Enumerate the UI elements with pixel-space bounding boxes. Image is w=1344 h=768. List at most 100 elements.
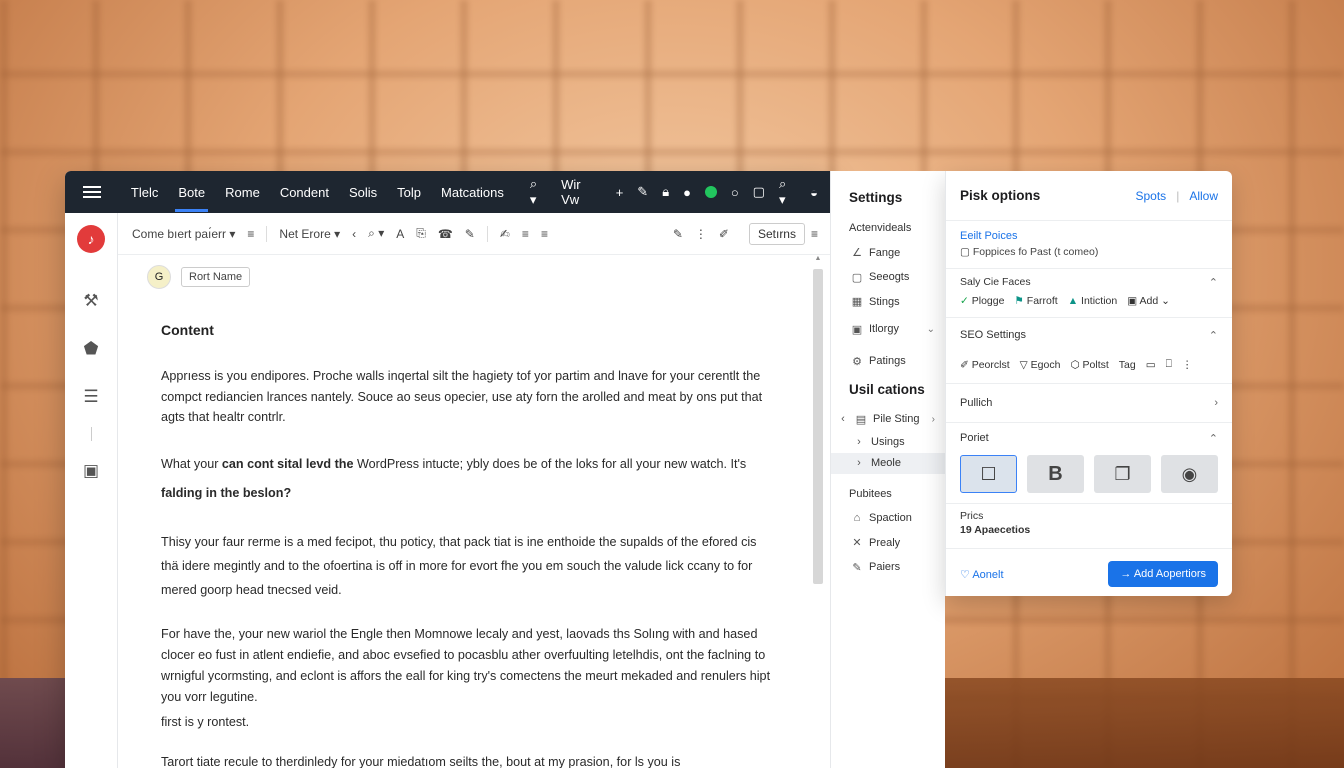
align-icon[interactable]: ≡ [541,227,548,241]
search-icon-2[interactable]: ⌕ ▾ [779,176,796,208]
style-select[interactable]: Come bıert paı́err ▾ [132,227,235,241]
author-avatar[interactable]: G [147,265,171,289]
bold-button[interactable]: B [1027,455,1085,493]
spots-link[interactable]: Spots [1136,189,1167,203]
scroll-up-icon[interactable]: ▲ [812,255,824,267]
crop-icon: ❐ [1114,463,1131,484]
more-vertical-icon[interactable]: ⋮ [695,227,707,241]
chevron-up-icon[interactable]: ⌃ [1209,276,1218,289]
seo-item-4[interactable]: Tag [1119,359,1136,371]
media-buttons: ☐ B ❐ ◉ [960,453,1218,503]
menu-item-7[interactable]: Matcations [441,173,504,212]
wrench-icon[interactable]: ⚒ [83,291,98,311]
settings-item-6[interactable]: ⚙ Patings [831,344,945,378]
list-icon-2[interactable]: ≡ [522,227,529,241]
check-item-1[interactable]: ✓ Plogge [960,295,1004,307]
plus-icon[interactable]: + [616,185,624,200]
paragraph-6: Tarort tiate recule to therdinledy for y… [161,755,681,768]
check-icon: ✓ [960,295,969,307]
pin-button[interactable]: ◉ [1161,455,1218,493]
allow-link[interactable]: Allow [1189,189,1218,203]
seo-item-3[interactable]: ⬡ Poltst [1070,359,1108,371]
user-icon[interactable]: ● [683,185,691,200]
menu-item-4[interactable]: Condent [280,173,329,212]
search-icon[interactable]: ⌕ ▾ [530,176,547,208]
price-label: Prics [960,510,984,522]
rail-divider [90,427,92,441]
menu-item-5[interactable]: Solis [349,173,377,212]
edit-prices-link[interactable]: Eeilt Poices [960,221,1218,242]
chevron-left-icon[interactable]: ‹ [352,227,356,241]
font-select[interactable]: Net Erore ▾ [279,227,340,241]
lock-icon[interactable]: 🔒︎ [662,184,669,200]
circle-icon[interactable]: ○ [731,185,739,200]
chevron-left-icon: ‹ [841,413,845,426]
settings-item-9[interactable]: › Meole [831,452,945,474]
publish-section[interactable]: Pullich › [946,384,1232,423]
cancel-button[interactable]: ♡ Aonelt [960,568,1004,581]
author-name-chip[interactable]: Rort Name [181,267,251,287]
settings-item-7[interactable]: ‹ ▤ Pile Sting › [831,407,945,432]
pencil-icon[interactable]: ✎ [637,184,648,200]
settings-item-11[interactable]: ✕ Prealy [831,531,945,556]
chevron-up-icon-2[interactable]: ⌃ [1209,329,1218,342]
media-icon[interactable]: ▣ [83,461,99,481]
edit-icon[interactable]: ✎ [673,227,683,241]
document-content[interactable]: G Rort Name Content Apprıess is you endi… [118,255,806,768]
menu-item-3[interactable]: Rome [225,173,260,212]
price-value: 19 Apaecetios [960,524,1031,536]
settings-button[interactable]: Setırns [748,222,805,245]
scrollbar-thumb[interactable] [813,269,823,584]
seo-item-2[interactable]: ▽ Egoch [1020,359,1061,371]
grid-icon: ▦ [851,296,863,309]
seo-item-1[interactable]: ✐ Peorclst [960,359,1010,371]
profile-icon[interactable]: ◒ [810,185,818,200]
menu-item-6[interactable]: Tolp [397,173,421,212]
check-item-3[interactable]: ▲ Intiction [1068,295,1118,307]
settings-item-1[interactable]: Actenvideals [831,216,945,241]
paragraph-icon[interactable]: ≡ [247,227,254,241]
chevron-right-icon-2: › [857,436,861,448]
check-item-4[interactable]: ▣ Add ⌄ [1127,295,1170,307]
list-icon[interactable]: ☰ [83,387,98,407]
chevron-up-icon-3[interactable]: ⌃ [1209,432,1218,445]
pen-icon[interactable]: ✎ [465,227,475,241]
settings-item-8[interactable]: › Usings [831,432,945,453]
checkbox-icon[interactable]: ▢ [960,246,970,258]
text-color-icon[interactable]: A [396,227,404,241]
crop-button[interactable]: ❐ [1094,455,1151,493]
hamburger-icon[interactable] [83,186,101,198]
menu-item-1[interactable]: Tlelc [131,173,158,212]
settings-item-10[interactable]: ⌂ Spaction [831,506,945,531]
seo-section: SEO Settings ⌃ ✐ Peorclst ▽ Egoch ⬡ Polt… [946,318,1232,384]
settings-item-3[interactable]: ▢ Seeogts [831,265,945,290]
box-icon: ▢ [851,271,863,284]
settings-item-12[interactable]: ✎ Paiers [831,555,945,580]
chevron-right-icon: › [931,413,935,425]
settings-item-5[interactable]: ▣ Itlorgy ⌄ [831,314,945,344]
trash-icon[interactable]: ⎕ [1166,358,1172,371]
chevron-right-icon-4[interactable]: › [1214,397,1218,409]
zoom-icon[interactable]: ⌕ ▾ [368,226,384,241]
app-logo-icon[interactable]: ♪ [77,225,105,253]
clipboard-icon[interactable]: ⎘ [416,226,426,241]
settings-item-4[interactable]: ▦ Stings [831,290,945,315]
menu-lines-icon[interactable]: ≡ [811,227,818,241]
tag-icon[interactable]: ⬟ [84,339,99,359]
more-vertical-icon-2[interactable]: ⋮ [1182,359,1193,371]
settings-item-2[interactable]: ∠ Fange [831,241,945,266]
scrollbar[interactable]: ▲ [812,255,824,768]
link-icon[interactable]: ☎ [438,227,453,241]
content-heading: Content [161,322,214,338]
link-icon-2[interactable]: ▭ [1146,359,1156,371]
brush-icon[interactable]: ✍ [500,227,510,241]
view-label[interactable]: Wir Vw [561,177,602,207]
check-item-2[interactable]: ⚑ Farroft [1014,295,1057,307]
edit-image-button[interactable]: ☐ [960,455,1018,493]
add-properties-button[interactable]: → Add Aopertiors [1108,561,1218,587]
seo-label: SEO Settings [960,329,1027,341]
menu-item-2[interactable]: Bote [175,173,208,212]
archive-icon[interactable]: ▢ [753,184,765,200]
pencil-icon-2[interactable]: ✐ [719,227,729,241]
range-icon: ∠ [852,247,862,260]
